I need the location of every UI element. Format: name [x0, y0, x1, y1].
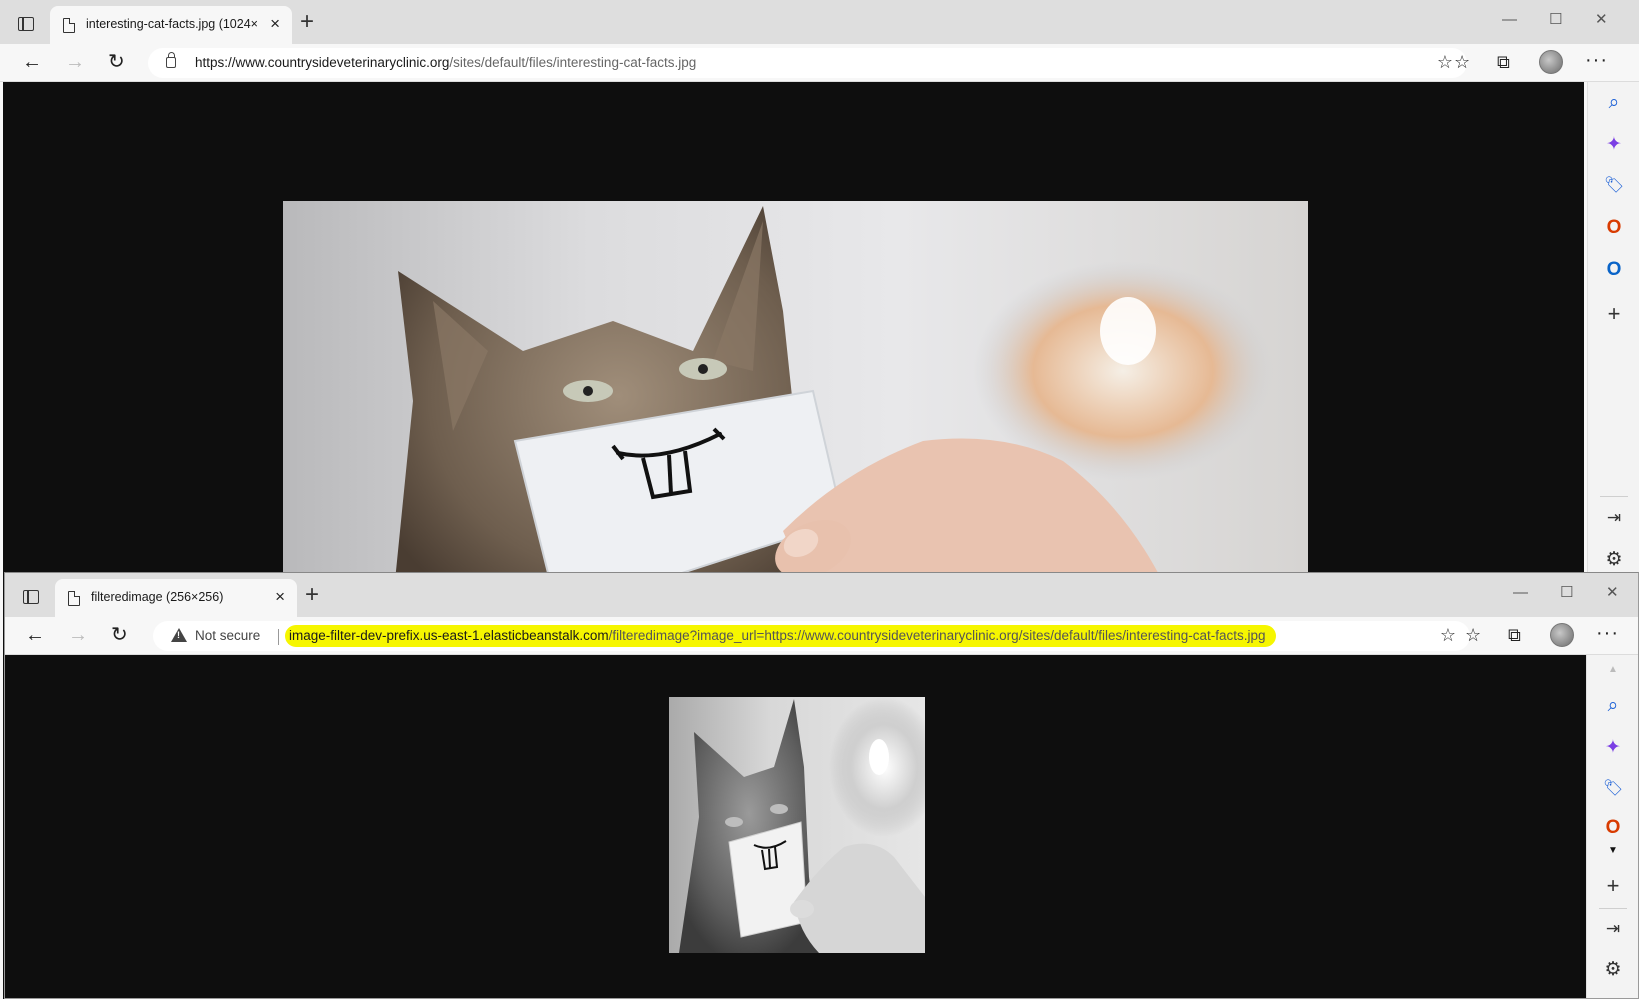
close-tab-icon[interactable]: ×	[270, 15, 280, 33]
collections-icon[interactable]: ⧉	[1497, 52, 1510, 72]
search-icon[interactable]: ⌕	[1588, 92, 1639, 114]
search-icon[interactable]: ⌕	[1587, 695, 1638, 717]
tab-actions-icon[interactable]	[18, 17, 34, 31]
filtered-cat-image	[669, 697, 925, 953]
tab-title: filteredimage (256×256)	[91, 590, 224, 604]
more-icon[interactable]: ···	[1596, 622, 1619, 645]
tab-title: interesting-cat-facts.jpg (1024×4	[86, 17, 258, 31]
page-icon	[63, 18, 75, 33]
toolbar: ← → ↻ Not secure image-filter-dev-prefix…	[5, 617, 1638, 655]
refresh-button[interactable]: ↻	[108, 51, 125, 73]
profile-avatar[interactable]	[1539, 50, 1563, 74]
page-icon	[68, 591, 80, 606]
tab-strip: filteredimage (256×256) × + — ☐ ✕	[5, 573, 1638, 617]
favorites-icon[interactable]: ☆	[1454, 52, 1470, 72]
tab-filteredimage[interactable]: filteredimage (256×256) ×	[55, 579, 297, 617]
close-window-button[interactable]: ✕	[1595, 12, 1608, 28]
url-path: /filteredimage?image_url=https://www.cou…	[608, 628, 1266, 643]
new-tab-button[interactable]: +	[300, 10, 314, 34]
shopping-tag-icon[interactable]: 🏷	[1588, 175, 1639, 197]
sidebar-divider	[1600, 496, 1628, 497]
copilot-icon[interactable]: ✦	[1587, 737, 1638, 759]
close-tab-icon[interactable]: ×	[275, 588, 285, 606]
more-icon[interactable]: ···	[1585, 49, 1608, 72]
favorites-icon[interactable]: ☆	[1465, 625, 1481, 645]
minimize-button[interactable]: —	[1513, 585, 1528, 601]
add-favorite-icon[interactable]: ☆	[1437, 52, 1453, 73]
maximize-button[interactable]: ☐	[1549, 12, 1562, 28]
settings-gear-icon[interactable]: ⚙	[1587, 959, 1638, 981]
toolbar: ← → ↻ https://www.countrysideveterinaryc…	[0, 44, 1639, 82]
office-icon[interactable]: O	[1587, 817, 1638, 839]
refresh-button[interactable]: ↻	[111, 624, 128, 646]
address-url[interactable]: https://www.countrysideveterinaryclinic.…	[195, 55, 696, 70]
address-bar[interactable]: https://www.countrysideveterinaryclinic.…	[148, 48, 1467, 78]
address-bar[interactable]: Not secure image-filter-dev-prefix.us-ea…	[153, 621, 1470, 651]
original-cat-image	[283, 201, 1308, 628]
warning-icon[interactable]	[171, 628, 187, 642]
settings-gear-icon[interactable]: ⚙	[1588, 549, 1639, 571]
scroll-down-icon[interactable]: ▼	[1587, 840, 1638, 862]
hide-sidebar-icon[interactable]: ⇥	[1588, 507, 1639, 529]
profile-avatar[interactable]	[1550, 623, 1574, 647]
address-divider	[278, 629, 279, 645]
minimize-button[interactable]: —	[1502, 12, 1517, 28]
add-sidebar-app-icon[interactable]: +	[1587, 875, 1638, 897]
add-sidebar-app-icon[interactable]: +	[1588, 303, 1639, 325]
collections-icon[interactable]: ⧉	[1508, 625, 1521, 645]
tab-strip: interesting-cat-facts.jpg (1024×4 × + — …	[0, 0, 1639, 44]
close-window-button[interactable]: ✕	[1606, 585, 1619, 601]
scroll-up-icon[interactable]: ▲	[1587, 659, 1638, 681]
hide-sidebar-icon[interactable]: ⇥	[1587, 918, 1638, 940]
back-button[interactable]: ←	[22, 51, 42, 73]
lock-icon[interactable]	[166, 52, 176, 68]
maximize-button[interactable]: ☐	[1560, 585, 1573, 601]
grayscale-cat-illustration	[679, 697, 925, 953]
sidebar-divider	[1599, 908, 1627, 909]
url-host: https://www.countrysideveterinaryclinic.…	[195, 55, 450, 70]
new-tab-button[interactable]: +	[305, 583, 319, 607]
tab-cat-facts[interactable]: interesting-cat-facts.jpg (1024×4 ×	[50, 6, 292, 44]
outlook-icon[interactable]: O	[1588, 259, 1639, 281]
not-secure-label[interactable]: Not secure	[195, 628, 260, 643]
url-host: image-filter-dev-prefix.us-east-1.elasti…	[289, 628, 609, 643]
url-path: /sites/default/files/interesting-cat-fac…	[449, 55, 697, 70]
shopping-tag-icon[interactable]: 🏷	[1587, 778, 1638, 800]
forward-button[interactable]: →	[65, 51, 85, 73]
add-favorite-icon[interactable]: ☆	[1440, 625, 1456, 646]
edge-sidebar: ▲ ⌕ ✦ 🏷 O ▼ + ⇥ ⚙	[1586, 655, 1638, 998]
address-url-highlighted[interactable]: image-filter-dev-prefix.us-east-1.elasti…	[285, 625, 1276, 647]
cat-photo-illustration	[393, 206, 1273, 628]
office-icon[interactable]: O	[1588, 217, 1639, 239]
copilot-icon[interactable]: ✦	[1588, 134, 1639, 156]
tab-actions-icon[interactable]	[23, 590, 39, 604]
forward-button[interactable]: →	[68, 624, 88, 646]
back-button[interactable]: ←	[25, 624, 45, 646]
